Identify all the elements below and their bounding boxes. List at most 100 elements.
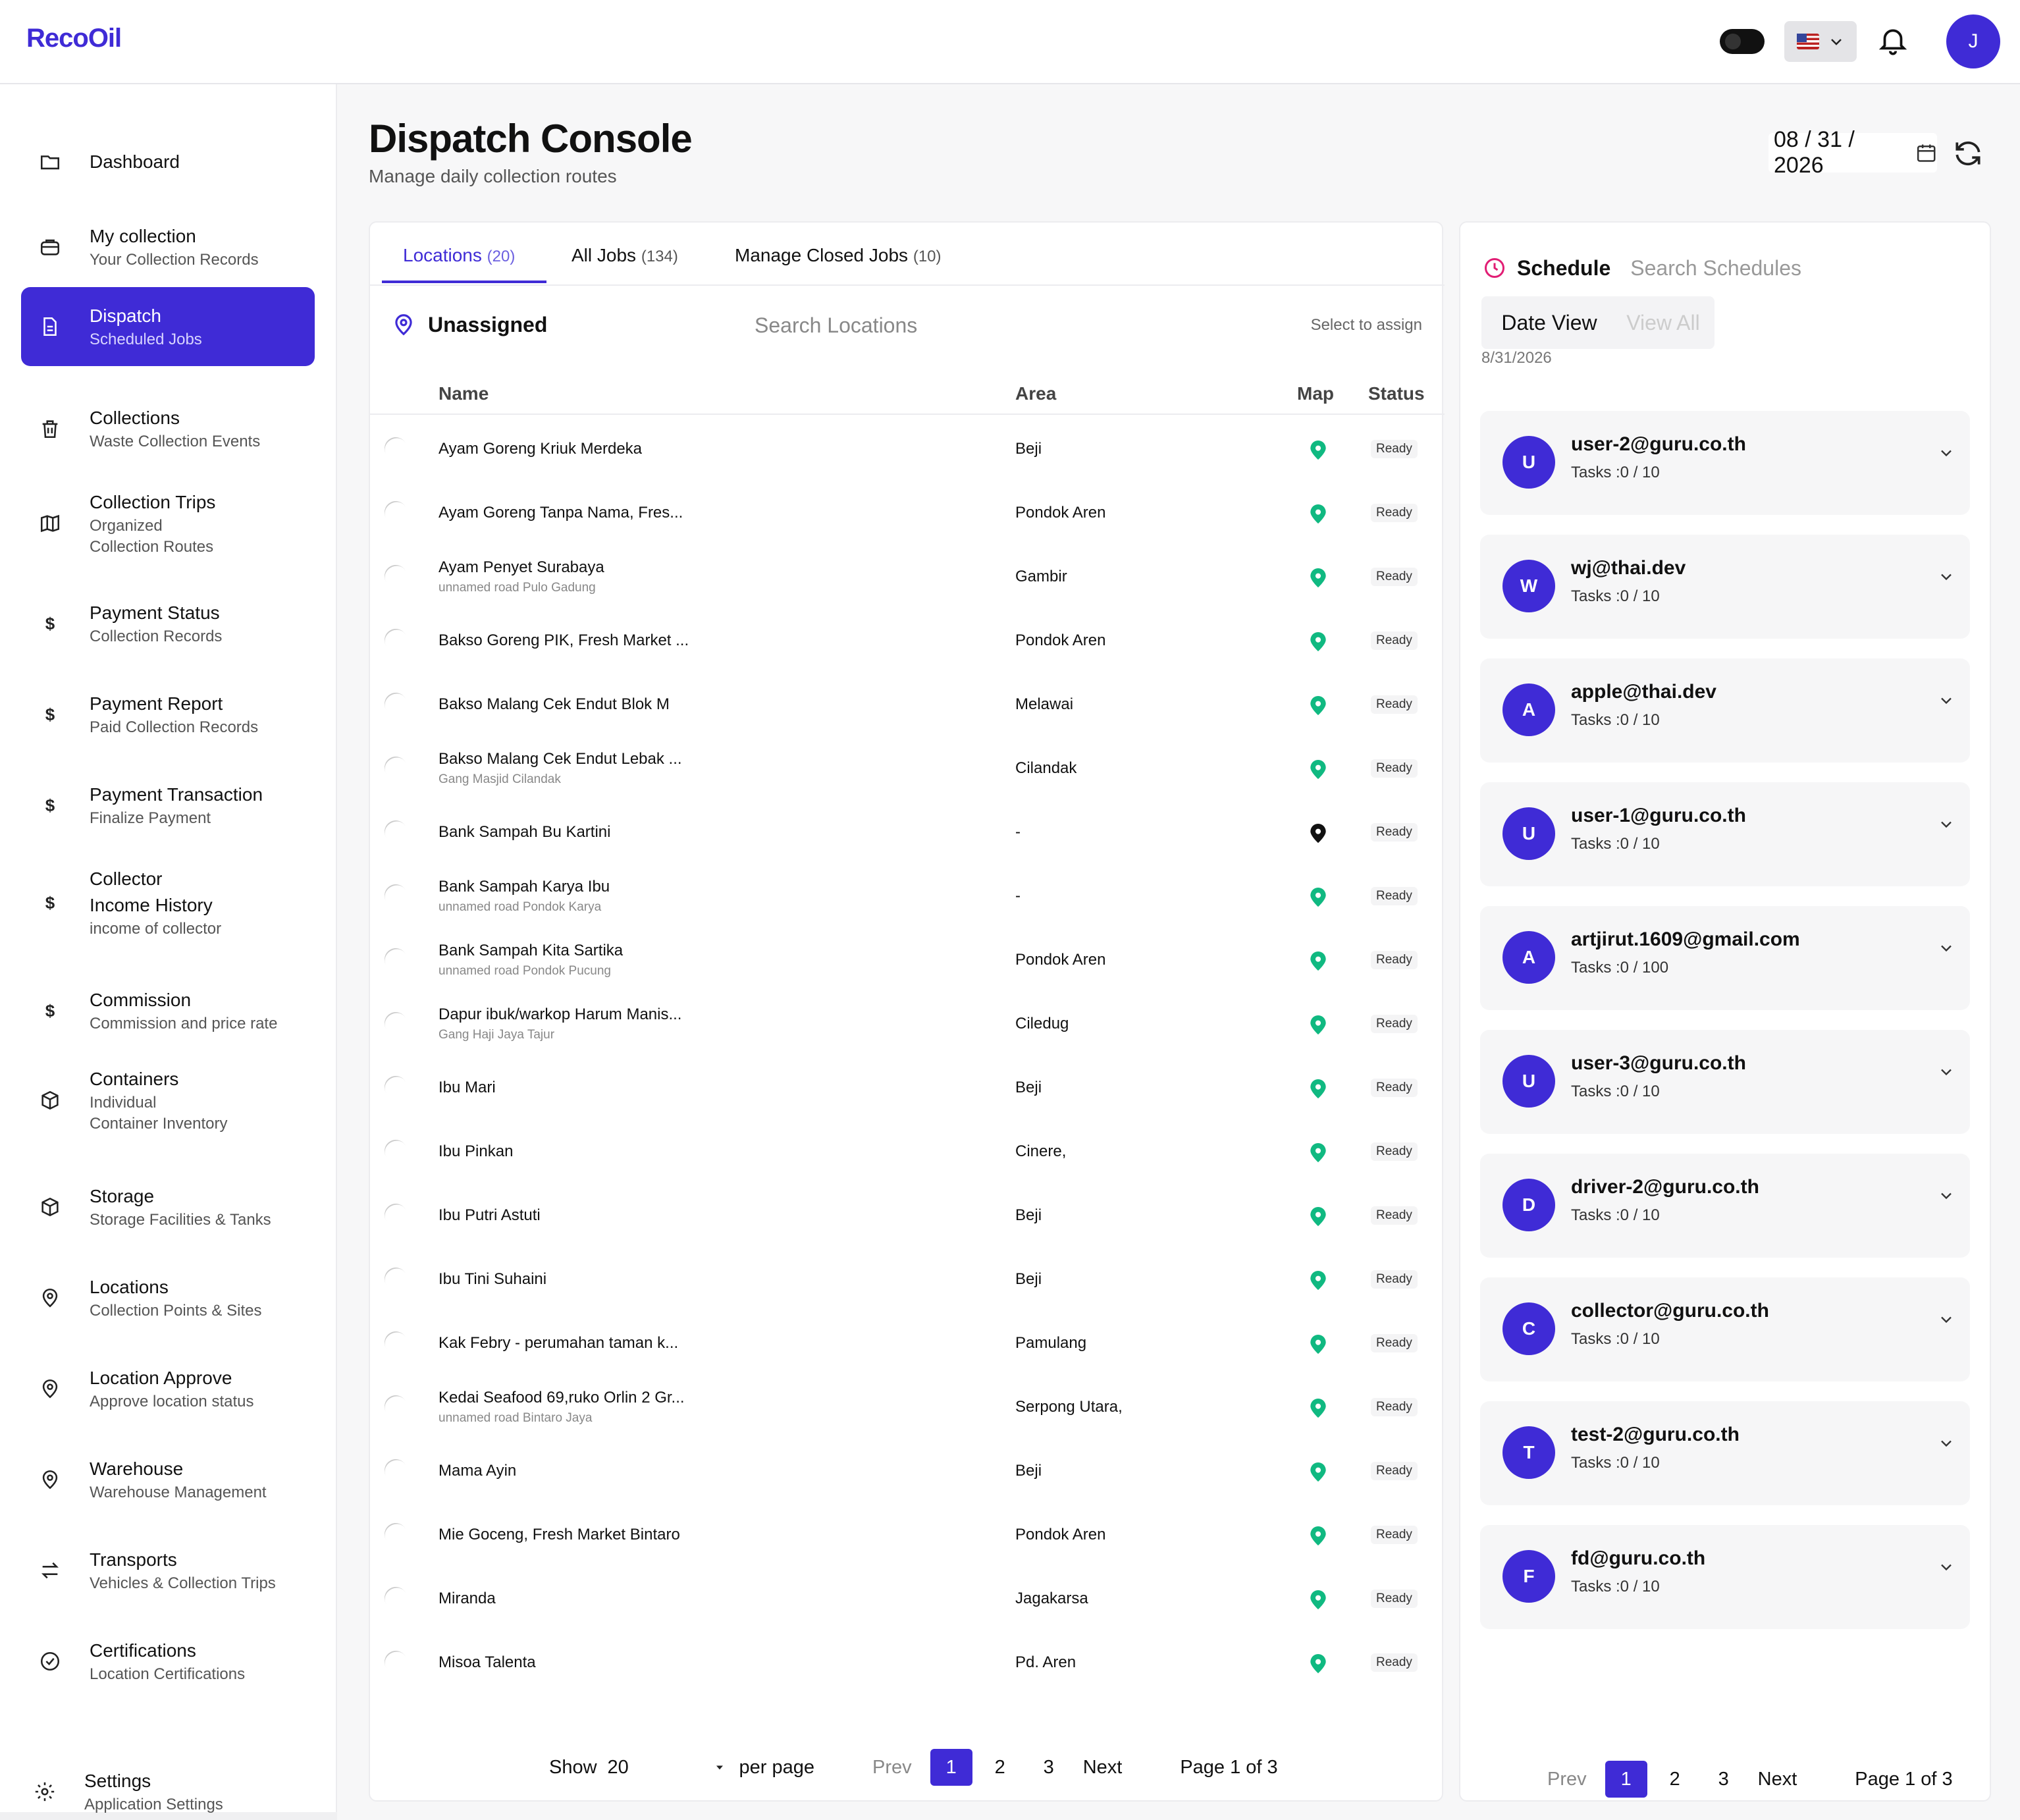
sidebar-item-settings[interactable]: Settings Application Settings [16, 1765, 309, 1819]
table-row[interactable]: Bakso Goreng PIK, Fresh Market ... Pondok… [370, 609, 1445, 673]
tab-all-jobs[interactable]: All Jobs (134) [571, 245, 678, 266]
row-select-radio[interactable] [380, 1071, 412, 1103]
page-size-select[interactable]: 20 [608, 1757, 726, 1779]
sidebar-item-locations[interactable]: Locations Collection Points & Sites [21, 1263, 315, 1333]
sidebar-item-dashboard[interactable]: Dashboard [21, 138, 315, 186]
language-selector[interactable] [1784, 21, 1857, 62]
chevron-down-icon[interactable] [1937, 1310, 1955, 1329]
sidebar-item-containers[interactable]: Containers Individual Container Inventory [21, 1056, 315, 1144]
table-row[interactable]: Ibu Putri Astuti Beji Ready [370, 1184, 1445, 1248]
row-select-radio[interactable] [380, 1518, 412, 1550]
calendar-icon[interactable] [1915, 142, 1937, 164]
row-select-radio[interactable] [380, 944, 412, 975]
bell-icon[interactable] [1876, 25, 1909, 58]
table-row[interactable]: Bakso Malang Cek Endut Lebak ... Gang Mas… [370, 737, 1445, 801]
sidebar-item-collection-trips[interactable]: Collection Trips Organized Collection Rout… [21, 479, 315, 568]
sidebar-item-transports[interactable]: Transports Vehicles & Collection Trips [21, 1536, 315, 1605]
row-select-radio[interactable] [380, 688, 412, 720]
column-area[interactable]: Area [1015, 383, 1056, 404]
map-pin-icon[interactable] [1309, 1013, 1327, 1036]
map-pin-icon[interactable] [1309, 694, 1327, 716]
row-select-radio[interactable] [380, 496, 412, 528]
page-3-button[interactable]: 3 [1703, 1761, 1745, 1798]
chevron-down-icon[interactable] [1937, 815, 1955, 834]
collector-card[interactable]: Ccollector@guru.co.th Tasks :0 / 10 [1480, 1277, 1970, 1381]
theme-toggle[interactable] [1720, 29, 1765, 54]
table-row[interactable]: Bank Sampah Kita Sartika unnamed road Pon… [370, 928, 1445, 992]
map-pin-icon[interactable] [1309, 758, 1327, 780]
sidebar-item-payment-status[interactable]: $ Payment Status Collection Records [21, 589, 315, 658]
map-pin-icon[interactable] [1309, 566, 1327, 589]
tab-manage-closed-jobs[interactable]: Manage Closed Jobs (10) [735, 245, 942, 266]
page-1-button[interactable]: 1 [930, 1749, 972, 1786]
row-select-radio[interactable] [380, 433, 412, 464]
map-pin-icon[interactable] [1309, 1588, 1327, 1611]
sidebar-item-collections[interactable]: Collections Waste Collection Events [21, 394, 315, 464]
table-row[interactable]: Bank Sampah Bu Kartini - Ready [370, 801, 1445, 865]
sidebar-item-dispatch[interactable]: Dispatch Scheduled Jobs [21, 287, 315, 366]
date-view-button[interactable]: Date View [1487, 303, 1612, 342]
chevron-down-icon[interactable] [1937, 1063, 1955, 1081]
table-row[interactable]: Misoa Talenta Pd. Aren Ready [370, 1631, 1445, 1695]
page-3-button[interactable]: 3 [1028, 1749, 1070, 1786]
sidebar-item-payment-report[interactable]: $ Payment Report Paid Collection Records [21, 680, 315, 749]
map-pin-icon[interactable] [1309, 1205, 1327, 1227]
map-pin-icon[interactable] [1309, 502, 1327, 525]
collector-card[interactable]: Aapple@thai.dev Tasks :0 / 10 [1480, 658, 1970, 763]
row-select-radio[interactable] [380, 1007, 412, 1039]
sidebar-item-certifications[interactable]: Certifications Location Certifications [21, 1626, 315, 1696]
user-avatar[interactable]: J [1946, 14, 2000, 68]
collector-card[interactable]: Wwj@thai.dev Tasks :0 / 10 [1480, 535, 1970, 639]
map-pin-icon[interactable] [1309, 1269, 1327, 1291]
view-all-button[interactable]: View All [1617, 303, 1709, 342]
row-select-radio[interactable] [380, 1391, 412, 1422]
table-row[interactable]: Bank Sampah Karya Ibu unnamed road Pondok… [370, 865, 1445, 928]
page-1-button[interactable]: 1 [1605, 1761, 1647, 1798]
chevron-down-icon[interactable] [1937, 568, 1955, 586]
app-logo[interactable]: RecoOil [26, 24, 122, 53]
search-schedules-input[interactable] [1630, 252, 1842, 284]
sidebar-item-storage[interactable]: Storage Storage Facilities & Tanks [21, 1172, 315, 1242]
refresh-icon[interactable] [1952, 137, 1984, 170]
row-select-radio[interactable] [380, 560, 412, 592]
column-name[interactable]: Name [439, 383, 489, 404]
map-pin-icon[interactable] [1309, 1141, 1327, 1164]
prev-button[interactable]: Prev [872, 1757, 912, 1779]
sidebar-item-commission[interactable]: $ Commission Commission and price rate [21, 976, 315, 1046]
next-button[interactable]: Next [1758, 1769, 1797, 1790]
sidebar-item-warehouse[interactable]: Warehouse Warehouse Management [21, 1445, 315, 1514]
row-select-radio[interactable] [380, 1455, 412, 1486]
next-button[interactable]: Next [1083, 1757, 1123, 1779]
page-2-button[interactable]: 2 [979, 1749, 1021, 1786]
table-row[interactable]: Ayam Penyet Surabaya unnamed road Pulo Ga… [370, 545, 1445, 609]
collector-card[interactable]: Ddriver-2@guru.co.th Tasks :0 / 10 [1480, 1154, 1970, 1258]
chevron-down-icon[interactable] [1937, 444, 1955, 462]
chevron-down-icon[interactable] [1937, 691, 1955, 710]
search-locations-input[interactable] [755, 304, 1097, 346]
map-pin-icon[interactable] [1309, 1524, 1327, 1547]
map-pin-icon[interactable] [1309, 886, 1327, 908]
chevron-down-icon[interactable] [1937, 1558, 1955, 1576]
table-row[interactable]: Ibu Tini Suhaini Beji Ready [370, 1248, 1445, 1312]
collector-card[interactable]: Ttest-2@guru.co.th Tasks :0 / 10 [1480, 1401, 1970, 1505]
map-pin-icon[interactable] [1309, 1652, 1327, 1674]
row-select-radio[interactable] [380, 1263, 412, 1295]
table-row[interactable]: Mama Ayin Beji Ready [370, 1439, 1445, 1503]
date-picker[interactable]: 08 / 31 / 2026 [1768, 127, 1937, 178]
row-select-radio[interactable] [380, 816, 412, 847]
sidebar-item-payment-transaction[interactable]: $ Payment Transaction Finalize Payment [21, 770, 315, 840]
collector-card[interactable]: Uuser-2@guru.co.th Tasks :0 / 10 [1480, 411, 1970, 515]
row-select-radio[interactable] [380, 752, 412, 784]
map-pin-icon[interactable] [1309, 950, 1327, 972]
table-row[interactable]: Ibu Pinkan Cinere, Ready [370, 1120, 1445, 1184]
map-pin-icon[interactable] [1309, 1397, 1327, 1419]
sidebar-item-location-approve[interactable]: Location Approve Approve location status [21, 1354, 315, 1424]
map-pin-icon[interactable] [1309, 1333, 1327, 1355]
table-row[interactable]: Kak Febry - perumahan taman k... Pamulang… [370, 1312, 1445, 1376]
map-pin-icon[interactable] [1309, 439, 1327, 461]
row-select-radio[interactable] [380, 624, 412, 656]
map-pin-icon[interactable] [1309, 630, 1327, 653]
table-row[interactable]: Kedai Seafood 69,ruko Orlin 2 Gr... unnam… [370, 1376, 1445, 1439]
map-pin-icon[interactable] [1309, 822, 1327, 844]
row-select-radio[interactable] [380, 1135, 412, 1167]
